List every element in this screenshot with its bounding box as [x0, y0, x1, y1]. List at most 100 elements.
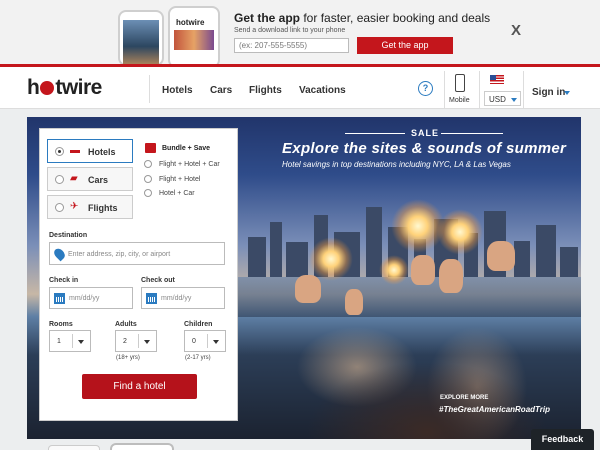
suitcase-icon: [145, 143, 156, 153]
hand-image: [295, 275, 321, 303]
nav-cars[interactable]: Cars: [210, 85, 232, 96]
sign-in-link[interactable]: Sign in: [532, 87, 565, 98]
help-icon[interactable]: ?: [418, 81, 433, 96]
rooms-label: Rooms: [49, 321, 73, 328]
option-label: Cars: [88, 175, 109, 185]
app-promo-banner: hotwire Get the app for faster, easier b…: [0, 0, 600, 68]
mobile-phone-icon[interactable]: [455, 74, 465, 92]
nav-vacations[interactable]: Vacations: [299, 85, 346, 96]
us-flag-icon: [490, 75, 504, 84]
hero-title: Explore the sites & sounds of summer: [282, 140, 567, 157]
phone-mini-logo: hotwire: [176, 18, 205, 27]
get-the-app-button[interactable]: Get the app: [357, 37, 453, 54]
children-select[interactable]: 0: [184, 330, 226, 352]
divider: [345, 133, 405, 134]
check-in-input[interactable]: mm/dd/yy: [49, 287, 133, 309]
date-placeholder: mm/dd/yy: [161, 295, 192, 302]
car-icon: ▰: [70, 173, 78, 184]
find-hotel-button[interactable]: Find a hotel: [82, 374, 197, 399]
promo-subtitle: Send a download link to your phone: [234, 27, 346, 34]
location-pin-icon: [52, 246, 67, 262]
divider: [72, 334, 73, 348]
option-flights[interactable]: ✈ Flights: [47, 195, 133, 219]
radio-button[interactable]: [55, 203, 64, 212]
date-placeholder: mm/dd/yy: [69, 295, 100, 302]
sparkler-image: [437, 209, 483, 255]
radio-button[interactable]: [55, 147, 64, 156]
site-header: h twire Hotels Cars Flights Vacations ? M…: [0, 64, 600, 109]
nav-hotels[interactable]: Hotels: [162, 85, 193, 96]
chevron-down-icon: [213, 340, 219, 344]
phone-mockup: hotwire: [168, 6, 220, 68]
divider: [444, 71, 445, 109]
radio-button[interactable]: [144, 189, 152, 197]
radio-button[interactable]: [55, 175, 64, 184]
feedback-button[interactable]: Feedback: [531, 429, 594, 450]
calendar-icon[interactable]: [146, 293, 157, 304]
mobile-label[interactable]: Mobile: [449, 97, 470, 104]
bundle-option-hotel-car[interactable]: Hotel + Car: [159, 190, 195, 197]
hashtag-link[interactable]: #TheGreatAmericanRoadTrip: [439, 405, 550, 414]
explore-more-label[interactable]: EXPLORE MORE: [440, 395, 488, 401]
option-cars[interactable]: ▰ Cars: [47, 167, 133, 191]
destination-input[interactable]: Enter address, zip, city, or airport: [49, 242, 225, 265]
adults-note: (18+ yrs): [116, 355, 140, 361]
phone-number-input[interactable]: [234, 38, 349, 53]
nav-flights[interactable]: Flights: [249, 85, 282, 96]
sparkler-image: [379, 255, 409, 285]
option-label: Flights: [88, 203, 118, 213]
destination-placeholder: Enter address, zip, city, or airport: [68, 251, 171, 258]
logo-dot-icon: [40, 81, 55, 95]
hand-image: [439, 259, 463, 293]
calendar-icon[interactable]: [54, 293, 65, 304]
divider: [523, 71, 524, 109]
rooms-value: 1: [57, 338, 61, 345]
divider: [138, 334, 139, 348]
logo-text-h: h: [27, 76, 40, 99]
close-icon[interactable]: X: [511, 22, 521, 39]
bundle-option-flight-hotel-car[interactable]: Flight + Hotel + Car: [159, 161, 220, 168]
divider: [441, 133, 503, 134]
phone-mockup: [118, 10, 164, 66]
divider: [479, 71, 480, 109]
chevron-down-icon: [511, 98, 517, 102]
hotwire-logo[interactable]: h twire: [27, 76, 102, 100]
logo-text-rest: twire: [55, 76, 102, 99]
check-out-input[interactable]: mm/dd/yy: [141, 287, 225, 309]
adults-label: Adults: [115, 321, 137, 328]
hand-image: [411, 255, 435, 285]
adults-select[interactable]: 2: [115, 330, 157, 352]
people-image: [267, 322, 581, 439]
hand-image: [487, 241, 515, 271]
option-hotels[interactable]: ▬ Hotels: [47, 139, 133, 163]
river-image: [238, 277, 581, 317]
hotel-search-panel: ▬ Hotels ▰ Cars ✈ Flights Bundle + Save …: [39, 128, 238, 421]
children-value: 0: [192, 338, 196, 345]
check-out-label: Check out: [141, 277, 175, 284]
radio-button[interactable]: [144, 160, 152, 168]
app-phones-image: hotwire: [118, 6, 228, 68]
divider: [207, 334, 208, 348]
sparkler-image: [309, 237, 353, 281]
chevron-down-icon: [78, 340, 84, 344]
chevron-down-icon: [564, 91, 570, 95]
radio-button[interactable]: [144, 175, 152, 183]
bundle-option-flight-hotel[interactable]: Flight + Hotel: [159, 176, 200, 183]
bed-icon: ▬: [70, 145, 80, 156]
children-note: (2-17 yrs): [185, 355, 211, 361]
check-in-label: Check in: [49, 277, 79, 284]
sale-label: SALE: [411, 128, 440, 138]
partial-card: [48, 445, 100, 450]
bundle-title: Bundle + Save: [162, 145, 211, 152]
rooms-select[interactable]: 1: [49, 330, 91, 352]
adults-value: 2: [123, 338, 127, 345]
divider: [149, 75, 150, 103]
promo-title-bold: Get the app: [234, 11, 301, 25]
airplane-icon: ✈: [70, 201, 79, 212]
hand-image: [345, 289, 363, 315]
promo-title: Get the app for faster, easier booking a…: [234, 11, 490, 25]
hero-subtitle: Hotel savings in top destinations includ…: [282, 160, 511, 169]
chevron-down-icon: [144, 340, 150, 344]
phone-mockup: [110, 443, 174, 450]
children-label: Children: [184, 321, 213, 328]
